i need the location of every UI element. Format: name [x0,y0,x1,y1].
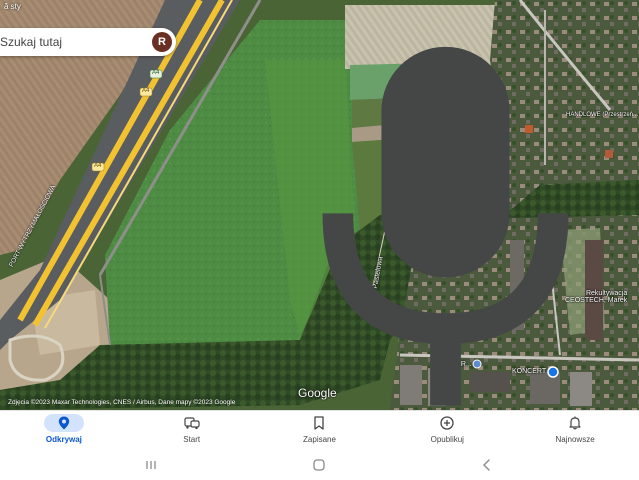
bookmark-icon [299,414,339,432]
commute-icon [172,414,212,432]
recent-apps-icon[interactable] [144,458,158,472]
back-icon[interactable] [480,458,494,472]
google-logo: Google [298,386,337,400]
nav-item-zapisane[interactable]: Zapisane [256,411,384,451]
bell-icon [555,414,595,432]
nav-label-opublikuj: Opublikuj [430,435,464,444]
nav-label-start: Start [183,435,201,444]
nav-item-najnowsze[interactable]: Najnowsze [511,411,639,451]
map-view[interactable]: ă sty A4 A4 A4 PORT WYTRZYMAŁOŚCIOWA Pas… [0,0,639,410]
location-pin-icon [43,414,84,432]
nav-label-odkrywaj: Odkrywaj [45,435,82,444]
road-shield-a4: A4 [94,163,102,169]
nav-label-zapisane: Zapisane [303,435,336,444]
avatar[interactable]: R [152,32,172,52]
add-circle-icon [427,414,467,432]
nav-item-odkrywaj[interactable]: Odkrywaj [0,411,128,451]
bottom-navigation: Odkrywaj Start Zapisane Opublikuj Najnow… [0,410,639,451]
nav-item-start[interactable]: Start [128,411,256,451]
home-icon[interactable] [312,458,326,472]
map-place-label-top: ă sty [4,2,21,11]
microphone-icon[interactable] [126,34,569,406]
map-attribution: Zdjęcia ©2023 Maxar Technologies, CNES /… [8,399,236,406]
search-input[interactable]: Szukaj tutaj [0,35,62,49]
search-bar[interactable]: Szukaj tutaj R [0,28,569,406]
nav-item-opublikuj[interactable]: Opublikuj [383,411,511,451]
nav-label-najnowsze: Najnowsze [555,435,595,444]
android-navigation-bar [0,450,639,480]
